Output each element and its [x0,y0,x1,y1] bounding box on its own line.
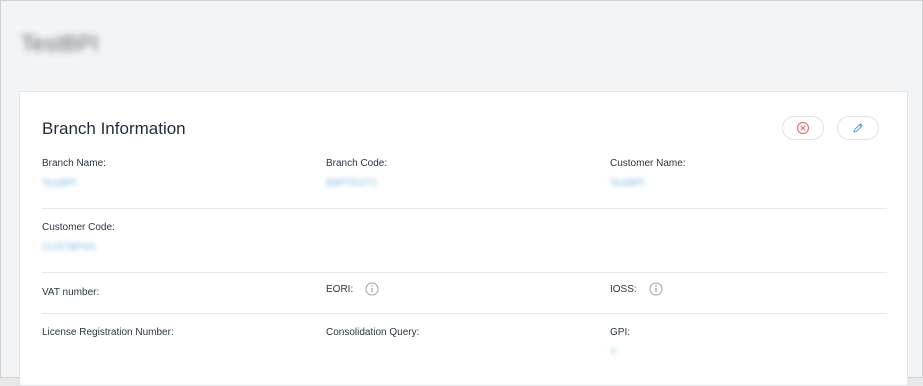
field-row-3: VAT number: EORI: IOSS: [42,282,887,314]
branch-name-label: Branch Name: [42,158,106,169]
field-consolidation-query: Consolidation Query: [326,327,419,338]
ioss-label: IOSS: [610,283,637,295]
pencil-icon [853,123,863,133]
branch-code-label: Branch Code: [326,158,388,169]
customer-name-value: TestBPI [610,178,645,189]
app-frame: TestBPI Branch Information Branch Name: … [0,0,923,386]
field-vat-number: VAT number: [42,287,99,298]
customer-code-label: Customer Code: [42,222,115,233]
branch-name-value: TestBPI [42,178,77,189]
field-row-2: Customer Code: CUSTBPI01 [42,222,887,273]
vat-number-label: VAT number: [42,287,100,298]
field-row-4: License Registration Number: Consolidati… [42,327,887,377]
field-eori: EORI: [326,282,379,296]
customer-name-label: Customer Name: [610,158,686,169]
license-registration-number-label: License Registration Number: [42,327,174,338]
eori-label: EORI: [326,283,354,295]
eori-label-wrap: EORI: [326,282,379,296]
consolidation-query-label: Consolidation Query: [326,327,420,338]
gpi-value: Y [610,347,617,358]
page-title: TestBPI [21,31,99,56]
field-customer-code: Customer Code: CUSTBPI01 [42,222,115,254]
cancel-button[interactable] [782,116,824,140]
field-row-1: Branch Name: TestBPI Branch Code: BBPTES… [42,158,887,209]
card-title: Branch Information [42,119,186,138]
info-icon[interactable] [365,282,379,296]
field-ioss: IOSS: [610,282,663,296]
edit-button[interactable] [837,116,879,140]
customer-code-value: CUSTBPI01 [42,242,97,253]
branch-code-value: BBPTEST1 [326,178,378,189]
ioss-label-wrap: IOSS: [610,282,663,296]
info-icon[interactable] [649,282,663,296]
branch-information-card: Branch Information Branch Name: TestBPI … [19,91,908,386]
field-gpi: GPI: Y [610,327,630,359]
field-branch-code: Branch Code: BBPTEST1 [326,158,387,190]
close-circle-icon [796,121,810,135]
field-license-registration-number: License Registration Number: [42,327,174,338]
field-branch-name: Branch Name: TestBPI [42,158,106,190]
gpi-label: GPI: [610,327,631,338]
field-customer-name: Customer Name: TestBPI [610,158,686,190]
